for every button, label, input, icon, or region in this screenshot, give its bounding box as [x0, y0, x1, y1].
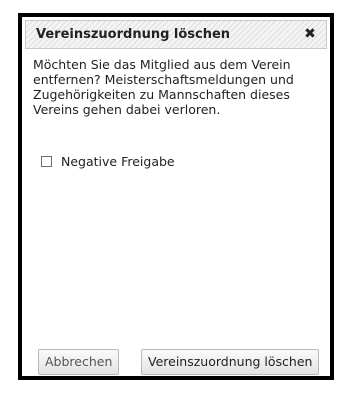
delete-club-assignment-button[interactable]: Vereinszuordnung löschen — [141, 349, 320, 375]
negative-release-label[interactable]: Negative Freigabe — [61, 154, 175, 169]
dialog-title: Vereinszuordnung löschen — [36, 27, 231, 42]
message-line: Zugehörigkeiten zu Mannschaften dieses — [33, 87, 290, 102]
message-line: entfernen? Meisterschaftsmeldungen und — [33, 72, 294, 87]
close-icon[interactable]: ✖ — [302, 26, 318, 42]
dialog-titlebar[interactable]: Vereinszuordnung löschen ✖ — [25, 20, 327, 49]
message-line: Vereins gehen dabei verloren. — [33, 102, 221, 117]
message-line: Möchten Sie das Mitglied aus dem Verein — [33, 57, 291, 72]
negative-release-checkbox[interactable] — [41, 155, 52, 167]
delete-club-assignment-dialog: Vereinszuordnung löschen ✖ Möchten Sie d… — [18, 13, 334, 380]
negative-release-option[interactable]: Negative Freigabe — [41, 153, 175, 169]
dialog-message: Möchten Sie das Mitglied aus dem Verein … — [33, 57, 323, 117]
cancel-button[interactable]: Abbrechen — [38, 349, 120, 375]
